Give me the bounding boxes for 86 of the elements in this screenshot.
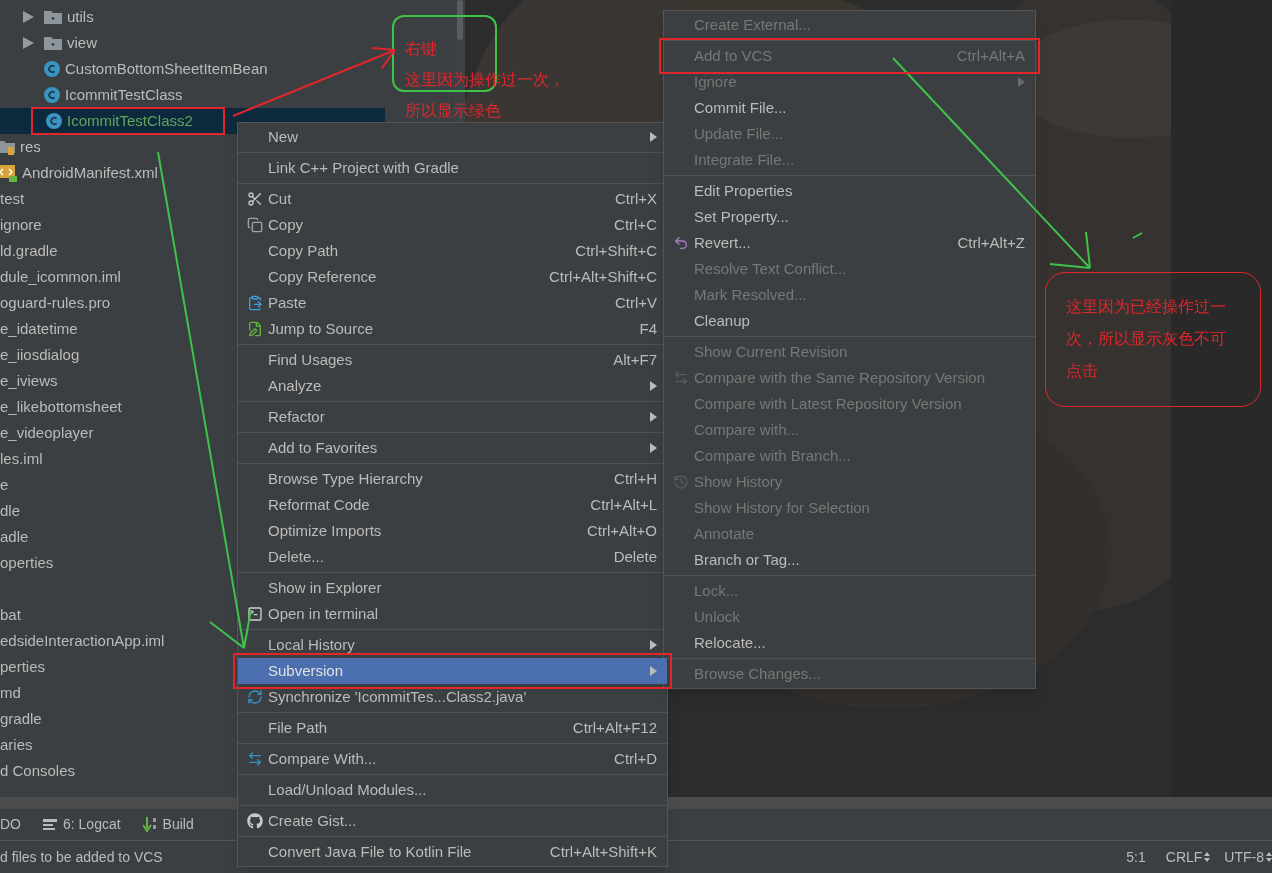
tree-item[interactable]: bat [0, 602, 21, 628]
annotation-text: 这里因为已经操作过一次，所以显示灰色不可点击 [1045, 272, 1261, 407]
menu-item[interactable]: Relocate... [664, 630, 1035, 656]
menu-item[interactable]: Open in terminal [238, 601, 667, 627]
menu-item[interactable]: Find Usages Alt+F7 [238, 347, 667, 373]
tree-item[interactable]: CustomBottomSheetItemBean [22, 56, 268, 82]
shortcut-label: Ctrl+Alt+Shift+K [549, 841, 657, 862]
tree-item[interactable]: IcommitTestClass [22, 82, 183, 108]
menu-item[interactable]: Browse Type Hierarchy Ctrl+H [238, 466, 667, 492]
tree-item[interactable]: utils [22, 4, 94, 30]
tree-item[interactable]: e_iiosdialog [0, 342, 80, 368]
menu-item[interactable]: Link C++ Project with Gradle [238, 155, 667, 181]
tree-item[interactable]: test [0, 186, 25, 212]
line-separator[interactable]: CRLF [1165, 846, 1211, 868]
menu-item[interactable]: Convert Java File to Kotlin File Ctrl+Alt+Shift+K [238, 839, 667, 865]
shortcut-label: Ctrl+Shift+C [575, 240, 657, 261]
annotation-text: 右键 [405, 39, 438, 59]
shortcut-label: Ctrl+Alt+O [586, 520, 657, 541]
tree-item[interactable]: ignore [0, 212, 42, 238]
tool-window-button[interactable]: Build [142, 814, 216, 835]
tree-item[interactable]: perties [0, 654, 46, 680]
menu-item[interactable]: Jump to Source F4 [238, 316, 667, 342]
tree-item[interactable]: operties [0, 550, 54, 576]
menu-item[interactable]: Compare With... Ctrl+D [238, 746, 667, 772]
tree-item[interactable]: ld.gradle [0, 238, 58, 264]
menu-item[interactable]: Edit Properties [664, 178, 1035, 204]
tree-item[interactable]: e_videoplayer [0, 420, 94, 446]
menu-item[interactable]: Optimize Imports Ctrl+Alt+O [238, 518, 667, 544]
menu-item[interactable]: Revert... Ctrl+Alt+Z [664, 230, 1035, 256]
menu-item[interactable]: Copy Reference Ctrl+Alt+Shift+C [238, 264, 667, 290]
shortcut-label: Ctrl+Alt+Z [957, 232, 1025, 253]
shortcut-label: Alt+F7 [613, 349, 657, 370]
tree-item[interactable]: e_likebottomsheet [0, 394, 122, 420]
shortcut-label: F4 [639, 318, 657, 339]
shortcut-label: Ctrl+C [614, 214, 657, 235]
menu-item[interactable]: Branch or Tag... [664, 547, 1035, 573]
tree-item[interactable]: aries [0, 732, 33, 758]
file-encoding[interactable]: UTF-8 [1224, 846, 1272, 868]
menu-item[interactable]: Copy Ctrl+C [238, 212, 667, 238]
menu-item[interactable]: Commit File... [664, 95, 1035, 121]
cursor-position[interactable]: 5:1 [1126, 846, 1146, 868]
menu-item[interactable]: Analyze [238, 373, 667, 399]
menu-item[interactable]: File Path Ctrl+Alt+F12 [238, 715, 667, 741]
menu-item[interactable]: Create Gist... [238, 808, 667, 834]
tree-item[interactable]: AndroidManifest.xml [0, 160, 158, 186]
tree-item[interactable]: adle [0, 524, 29, 550]
tree-item[interactable]: d Consoles [0, 758, 76, 784]
status-message: d files to be added to VCS [0, 847, 163, 867]
tree-item[interactable]: view [22, 30, 97, 56]
tree-item[interactable]: dle [0, 498, 21, 524]
tool-window-button[interactable]: DO [0, 814, 43, 835]
tree-item[interactable]: res [0, 134, 41, 160]
tree-item[interactable]: les.iml [0, 446, 43, 472]
highlight-frame: IcommitTestClass2 [31, 107, 225, 135]
tool-window-button[interactable]: 6: Logcat [43, 814, 143, 835]
shortcut-label: Ctrl+V [614, 292, 657, 313]
shortcut-label: Ctrl+Alt+Shift+C [549, 266, 657, 287]
menu-item[interactable]: Set Property... [664, 204, 1035, 230]
menu-item[interactable]: Synchronize 'IcommitTes...Class2.java' [238, 684, 667, 710]
menu-item[interactable]: Show in Explorer [238, 575, 667, 601]
tree-item[interactable]: e_idatetime [0, 316, 78, 342]
menu-item[interactable]: Reformat Code Ctrl+Alt+L [238, 492, 667, 518]
shortcut-label: Ctrl+X [614, 188, 657, 209]
tree-item[interactable]: oguard-rules.pro [0, 290, 111, 316]
shortcut-label: Ctrl+D [614, 748, 657, 769]
tree-item[interactable]: e_iviews [0, 368, 58, 394]
shortcut-label: Delete [613, 546, 657, 567]
menu-item[interactable]: Add to Favorites [238, 435, 667, 461]
menu-item[interactable]: Local History [238, 632, 667, 658]
menu-item[interactable]: Delete... Delete [238, 544, 667, 570]
annotation-text: 所以显示绿色 [405, 101, 502, 121]
menu-item[interactable]: Copy Path Ctrl+Shift+C [238, 238, 667, 264]
shortcut-label: Ctrl+Alt+A [956, 45, 1025, 66]
tree-item[interactable]: e [0, 472, 9, 498]
shortcut-label: Ctrl+H [614, 468, 657, 489]
menu-item[interactable]: Cut Ctrl+X [238, 186, 667, 212]
tree-item[interactable]: gradle [0, 706, 42, 732]
tree-item[interactable]: edsideInteractionApp.iml [0, 628, 165, 654]
shortcut-label: Ctrl+Alt+L [590, 494, 657, 515]
shortcut-label: Ctrl+Alt+F12 [572, 717, 657, 738]
menu-item[interactable]: Cleanup [664, 308, 1035, 334]
menu-item[interactable]: Load/Unload Modules... [238, 777, 667, 803]
menu-item[interactable]: Paste Ctrl+V [238, 290, 667, 316]
tree-item[interactable]: dule_icommon.iml [0, 264, 121, 290]
menu-item[interactable]: Refactor [238, 404, 667, 430]
tree-item[interactable]: md [0, 680, 21, 706]
